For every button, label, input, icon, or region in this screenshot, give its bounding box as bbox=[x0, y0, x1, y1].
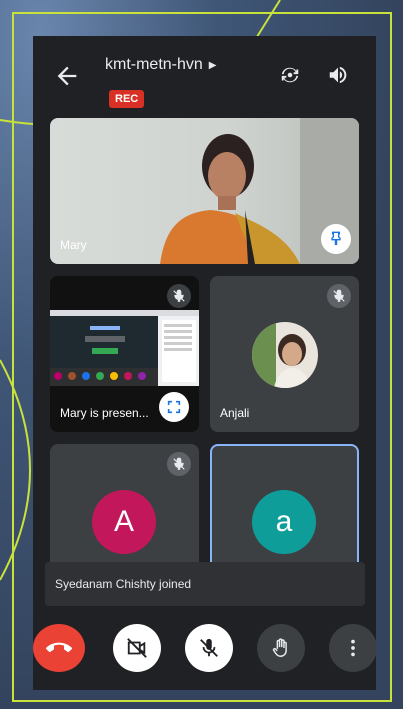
camera-toggle-button[interactable] bbox=[113, 624, 161, 672]
mic-off-icon bbox=[173, 289, 185, 302]
meeting-code: kmt-metn-hvn bbox=[105, 56, 203, 73]
participant-tile-anjali[interactable]: Anjali bbox=[210, 276, 359, 432]
participant-video bbox=[50, 118, 359, 264]
speaker-icon bbox=[329, 66, 347, 84]
participant-tile[interactable]: A bbox=[50, 444, 199, 574]
avatar: a bbox=[252, 490, 316, 554]
mic-off-indicator bbox=[327, 284, 351, 308]
meeting-title[interactable]: kmt-metn-hvn ▶ bbox=[105, 56, 217, 74]
fullscreen-icon bbox=[167, 400, 181, 414]
mic-toggle-button[interactable] bbox=[185, 624, 233, 672]
pin-button[interactable] bbox=[321, 224, 351, 254]
avatar-photo bbox=[252, 322, 318, 388]
back-button[interactable] bbox=[53, 62, 81, 90]
avatar: A bbox=[92, 490, 156, 554]
presentation-tile[interactable]: Mary is presen... bbox=[50, 276, 199, 432]
pin-icon bbox=[331, 231, 341, 245]
mic-off-icon bbox=[200, 638, 218, 657]
recording-badge: REC bbox=[109, 90, 145, 108]
meet-call-screen: kmt-metn-hvn ▶ REC Mary Mary is presen..… bbox=[33, 36, 376, 690]
top-bar: kmt-metn-hvn ▶ REC bbox=[33, 36, 376, 116]
participant-name: Mary bbox=[60, 238, 87, 252]
participant-name: Mary is presen... bbox=[60, 406, 149, 420]
call-controls bbox=[33, 618, 376, 678]
raise-hand-button[interactable] bbox=[257, 624, 305, 672]
chevron-right-icon: ▶ bbox=[208, 59, 217, 71]
phone-hangup-icon bbox=[46, 642, 72, 653]
avatar bbox=[252, 322, 318, 388]
camera-switch-icon bbox=[281, 67, 299, 83]
join-notification: Syedanam Chishty joined bbox=[45, 562, 365, 606]
participant-name: Anjali bbox=[220, 406, 250, 420]
end-call-button[interactable] bbox=[33, 624, 85, 672]
participant-tile-mary[interactable]: Mary bbox=[50, 118, 359, 264]
video-off-icon bbox=[127, 638, 147, 658]
self-tile[interactable]: a bbox=[210, 444, 359, 574]
mic-off-icon bbox=[173, 457, 185, 470]
more-options-button[interactable] bbox=[329, 624, 376, 672]
speaker-button[interactable] bbox=[327, 64, 349, 86]
mic-off-indicator bbox=[167, 284, 191, 308]
more-vert-icon bbox=[351, 639, 355, 657]
hand-icon bbox=[272, 638, 287, 657]
fullscreen-button[interactable] bbox=[159, 392, 189, 422]
mic-off-indicator bbox=[167, 452, 191, 476]
switch-camera-button[interactable] bbox=[279, 64, 301, 86]
mic-off-icon bbox=[333, 289, 345, 302]
arrow-left-icon bbox=[57, 66, 77, 86]
join-notification-text: Syedanam Chishty joined bbox=[55, 577, 192, 591]
